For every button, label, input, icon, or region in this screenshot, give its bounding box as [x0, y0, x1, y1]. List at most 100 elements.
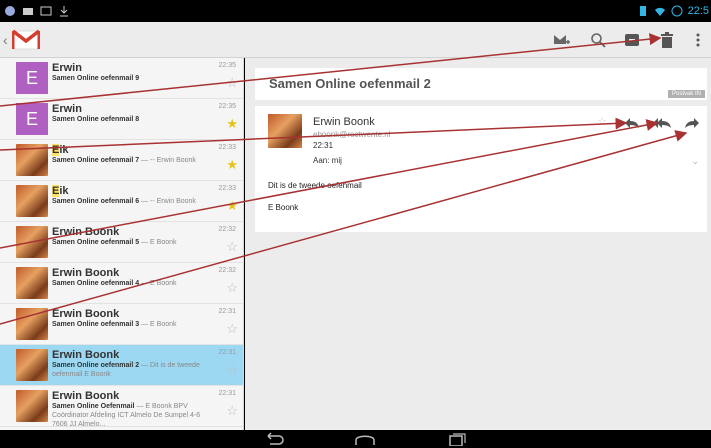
row-subject-line: Samen Online Oefenmail — E Boonk BPV Coö…	[52, 402, 214, 429]
sender-name-text: Erwin Boonk	[52, 267, 120, 279]
search-icon	[591, 33, 606, 48]
recent-apps-icon[interactable]	[444, 432, 468, 446]
notification-image-icon	[40, 6, 52, 16]
row-snippet: — -- Erwin Boonk	[139, 198, 196, 205]
notification-mail-icon	[23, 8, 33, 15]
photo-avatar[interactable]	[16, 144, 48, 176]
photo-avatar[interactable]	[16, 349, 48, 381]
row-time: 22:31	[218, 308, 236, 315]
row-time: 22:35	[218, 103, 236, 110]
overflow-icon	[696, 33, 700, 47]
message-signature: E Boonk	[268, 203, 299, 212]
forward-button[interactable]	[681, 115, 703, 131]
photo-avatar[interactable]	[16, 185, 48, 217]
conversation-row[interactable]: Eik Samen Online oefenmail 6 — -- Erwin B…	[0, 181, 243, 222]
star-icon[interactable]: ★	[226, 158, 238, 171]
row-subject-line: Samen Online oefenmail 5 — E Boonk	[52, 238, 214, 247]
conversation-row[interactable]: Erwin Boonk Samen Online oefenmail 4 — E …	[0, 263, 243, 304]
photo-avatar[interactable]	[16, 308, 48, 340]
row-subject: Samen Online Oefenmail	[52, 403, 135, 410]
signal-icon	[639, 6, 646, 16]
star-icon[interactable]: ☆	[226, 76, 238, 89]
conversation-row[interactable]: E Erwin Samen Online oefenmail 9 22:35 ☆	[0, 58, 243, 99]
reply-all-button[interactable]	[651, 115, 673, 131]
conversation-row[interactable]: E Erwin Samen Online oefenmail 8 22:35 ★	[0, 99, 243, 140]
row-time: 22:35	[218, 62, 236, 69]
conversation-row[interactable]: Erwin Boonk Samen Online Oefenmail — E Bo…	[0, 386, 243, 429]
message-body-line: Dit is de tweede oefenmail	[268, 181, 362, 190]
row-subject-line: Samen Online oefenmail 3 — E Boonk	[52, 320, 214, 329]
sender-name-text: Erwin	[52, 103, 82, 115]
star-icon[interactable]: ★	[226, 199, 238, 212]
action-bar: ‹	[0, 22, 711, 58]
row-subject: Samen Online oefenmail 3	[52, 321, 140, 328]
up-navigation-icon[interactable]: ‹	[3, 32, 8, 48]
sender-name: Erwin Boonk	[313, 116, 375, 128]
row-snippet: — -- Erwin Boonk	[139, 157, 196, 164]
star-icon[interactable]: ☆	[226, 322, 238, 335]
row-sender: Erwin Boonk	[52, 267, 119, 279]
star-icon[interactable]: ☆	[226, 404, 238, 417]
archive-button[interactable]	[620, 28, 644, 52]
photo-avatar[interactable]	[16, 226, 48, 258]
star-icon[interactable]: ★	[226, 117, 238, 130]
row-subject: Samen Online oefenmail 9	[52, 75, 140, 82]
row-sender: Eik	[52, 185, 69, 197]
sender-name-text: Erwin Boonk	[52, 349, 120, 361]
compose-button[interactable]	[550, 28, 574, 52]
star-icon[interactable]: ☆	[226, 240, 238, 253]
photo-avatar[interactable]	[16, 390, 48, 422]
back-icon[interactable]	[262, 432, 286, 446]
notification-app-icon	[5, 6, 15, 16]
row-sender: Erwin	[52, 103, 82, 115]
home-icon[interactable]	[353, 432, 377, 446]
overflow-menu-button[interactable]	[690, 28, 706, 52]
star-icon[interactable]: ☆	[226, 281, 238, 294]
gmail-logo[interactable]	[12, 29, 40, 51]
message-card: Erwin Boonk eboonk@roctwente.nl 22:31 Aa…	[255, 106, 707, 232]
trash-icon	[661, 32, 673, 48]
row-subject: Samen Online oefenmail 5	[52, 239, 140, 246]
delete-button[interactable]	[655, 28, 679, 52]
letter-avatar[interactable]: E	[16, 62, 48, 94]
conversation-row[interactable]: Erwin Boonk Samen Online oefenmail 3 — E …	[0, 304, 243, 345]
row-sender: Erwin Boonk	[52, 308, 119, 320]
search-button[interactable]	[586, 28, 610, 52]
row-time: 22:33	[218, 144, 236, 151]
conversation-row[interactable]: Eik Samen Online oefenmail 7 — -- Erwin B…	[0, 140, 243, 181]
photo-avatar[interactable]	[16, 267, 48, 299]
sender-name-text: Erwin Boonk	[52, 226, 120, 238]
sender-name-text: Erwin Boonk	[52, 308, 120, 320]
row-sender: Erwin	[52, 62, 82, 74]
expand-chevron-icon[interactable]: ⌄	[691, 156, 699, 167]
row-time: 22:31	[218, 390, 236, 397]
star-icon[interactable]: ☆	[226, 363, 238, 376]
conversation-list[interactable]: E Erwin Samen Online oefenmail 9 22:35 ☆ E Erw…	[0, 58, 244, 430]
reply-button[interactable]	[621, 115, 643, 131]
conversation-row[interactable]: Erwin Boonk Samen Online oefenmail 2 — Di…	[0, 345, 243, 386]
row-snippet: — E Boonk	[139, 321, 177, 328]
message-star-icon[interactable]: ☆	[597, 115, 607, 128]
row-sender: Erwin Boonk	[52, 226, 119, 238]
row-subject: Samen Online oefenmail 8	[52, 116, 140, 123]
row-subject-line: Samen Online oefenmail 7 — -- Erwin Boon…	[52, 156, 214, 165]
alarm-icon	[671, 5, 683, 17]
sender-avatar[interactable]	[268, 114, 302, 148]
row-sender: Eik	[52, 144, 69, 156]
row-subject: Samen Online oefenmail 4	[52, 280, 140, 287]
label-chip[interactable]: Postvak IN	[667, 90, 705, 98]
notification-download-icon	[60, 6, 68, 17]
row-time: 22:32	[218, 267, 236, 274]
wifi-icon	[654, 7, 665, 16]
row-sender: Erwin Boonk	[52, 349, 119, 361]
system-navigation-bar	[0, 430, 711, 448]
row-subject-line: Samen Online oefenmail 2 — Dit is de twe…	[52, 361, 214, 379]
conversation-detail: Samen Online oefenmail 2 Postvak IN Erwi…	[245, 58, 711, 430]
recipient-line[interactable]: Aan: mij	[313, 156, 342, 165]
letter-avatar[interactable]: E	[16, 103, 48, 135]
row-sender: Erwin Boonk	[52, 390, 119, 402]
sender-name-text: ik	[59, 144, 69, 156]
conversation-row[interactable]: Erwin Boonk Samen Online oefenmail 5 — E …	[0, 222, 243, 263]
archive-icon	[625, 34, 639, 46]
conversation-subject: Samen Online oefenmail 2	[269, 76, 431, 91]
